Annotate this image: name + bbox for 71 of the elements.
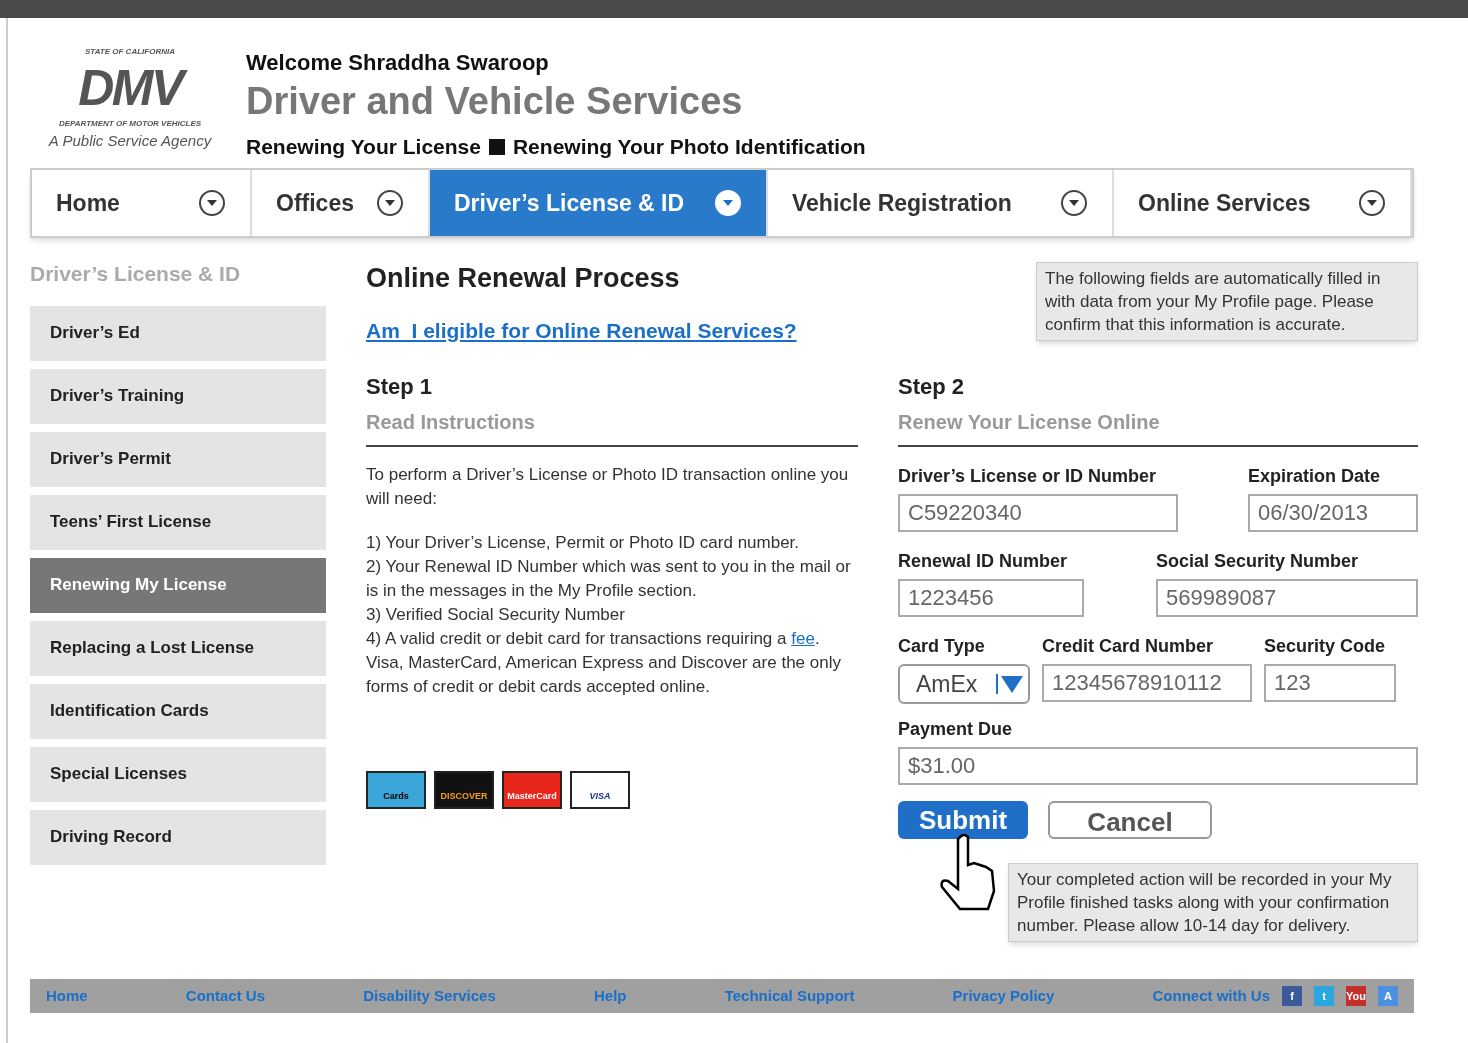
sidebar-item[interactable]: Special Licenses xyxy=(30,746,326,802)
step-heading: Step 1 xyxy=(366,373,434,401)
social-icon[interactable]: You xyxy=(1346,986,1366,1006)
card-logo: VISA xyxy=(570,771,630,809)
card-logo: DISCOVER xyxy=(434,771,494,809)
connect-label: Connect with Us xyxy=(1152,985,1270,1006)
social-icon[interactable]: A xyxy=(1378,986,1398,1006)
field-label: Renewal ID Number xyxy=(898,550,1069,573)
eligibility-link[interactable]: Am I eligible for Online Renewal Services? xyxy=(366,314,797,346)
sidebar-item[interactable]: Driver’s Training xyxy=(30,368,326,424)
info-tooltip: Your completed action will be recorded in your My Profile finished tasks along with your confirmation number. Please allow 10-14 day for delivery. xyxy=(1008,863,1418,942)
instruction-text: To perform a Driver’s License or Photo ID transaction online you will need: xyxy=(366,464,850,510)
payment-due-field[interactable]: $31.00 xyxy=(898,747,1418,785)
page-heading: Online Renewal Process xyxy=(366,262,680,295)
step-subheading: Renew Your License Online xyxy=(898,407,1418,447)
dropdown-circle-icon xyxy=(714,189,742,217)
ssn-field[interactable]: 569989087 xyxy=(1156,579,1418,617)
card-type-select[interactable]: AmEx xyxy=(898,664,1030,704)
security-code-field[interactable]: 123 xyxy=(1264,664,1396,702)
logo-mark: DMV xyxy=(74,58,186,118)
step-subheading: Read Instructions xyxy=(366,407,858,447)
step-heading: Step 2 xyxy=(898,373,966,401)
field-label: Payment Due xyxy=(898,718,1014,741)
dropdown-circle-icon xyxy=(1358,189,1386,217)
breadcrumb-link[interactable]: Renewing Your License xyxy=(246,131,481,163)
sidebar-item[interactable]: Driving Record xyxy=(30,809,326,865)
field-label: Credit Card Number xyxy=(1042,635,1215,658)
nav-tab[interactable]: Offices xyxy=(252,170,430,236)
nav-tab[interactable]: Vehicle Registration xyxy=(768,170,1114,236)
sidebar-item[interactable]: Driver’s Permit xyxy=(30,431,326,487)
separator-square-icon xyxy=(488,138,505,155)
dropdown-circle-icon xyxy=(198,189,226,217)
card-logo: Cards xyxy=(366,771,426,809)
dropdown-arrow-icon xyxy=(996,672,1024,696)
hand-cursor-icon xyxy=(938,833,998,911)
instruction-item: 2) Your Renewal ID Number which was sent to you in the mail or is in the messages in the My Profile section. xyxy=(366,556,852,602)
welcome-text: Welcome Shraddha Swaroop xyxy=(246,49,550,77)
sidebar-title: Driver’s License & ID xyxy=(30,261,242,287)
field-label: Security Code xyxy=(1264,635,1387,658)
sidebar-item[interactable]: Teens’ First License xyxy=(30,494,326,550)
sidebar-item[interactable]: Renewing My License xyxy=(30,557,326,613)
instruction-item: 4) A valid credit or debit card for transactions requiring a fee. Visa, MasterCard, American Express and Discover are the only forms of credit or debit cards accepted online. xyxy=(366,628,842,698)
tagline: A Public Service Agency xyxy=(48,131,212,151)
field-label: Driver’s License or ID Number xyxy=(898,465,1158,488)
expiration-date-field[interactable]: 06/30/2013 xyxy=(1248,494,1418,532)
fee-link[interactable]: fee xyxy=(791,629,815,648)
instruction-item: 3) Verified Social Security Number xyxy=(366,604,626,626)
field-label: Social Security Number xyxy=(1156,550,1360,573)
field-label: Card Type xyxy=(898,635,986,658)
sidebar-item[interactable]: Driver’s Ed xyxy=(30,305,326,361)
info-tooltip: The following fields are automatically filled in with data from your My Profile page. Please confirm that this information is accurate. xyxy=(1036,262,1418,341)
instruction-item: 1) Your Driver’s License, Permit or Photo ID card number. xyxy=(366,532,801,554)
logo-caption: STATE OF CALIFORNIA xyxy=(85,46,175,58)
logo-caption: DEPARTMENT OF MOTOR VEHICLES xyxy=(58,118,202,130)
dropdown-circle-icon xyxy=(376,189,404,217)
nav-tab[interactable]: Online Services xyxy=(1114,170,1412,236)
sidebar-item[interactable]: Identification Cards xyxy=(30,683,326,739)
nav-tab[interactable]: Driver’s License & ID xyxy=(430,170,768,236)
social-icon[interactable]: f xyxy=(1282,986,1302,1006)
breadcrumb-link[interactable]: Renewing Your Photo Identification xyxy=(512,131,866,163)
card-logo: MasterCard xyxy=(502,771,562,809)
submit-button[interactable]: Submit xyxy=(898,801,1028,839)
nav-tab[interactable]: Home xyxy=(32,170,252,236)
dropdown-circle-icon xyxy=(1060,189,1088,217)
site-title: Driver and Vehicle Services xyxy=(246,79,744,123)
card-number-field[interactable]: 12345678910112 xyxy=(1042,664,1252,702)
renewal-id-field[interactable]: 1223456 xyxy=(898,579,1084,617)
field-label: Expiration Date xyxy=(1248,465,1382,488)
license-number-field[interactable]: C59220340 xyxy=(898,494,1178,532)
sidebar-item[interactable]: Replacing a Lost License xyxy=(30,620,326,676)
cancel-button[interactable]: Cancel xyxy=(1048,801,1212,839)
